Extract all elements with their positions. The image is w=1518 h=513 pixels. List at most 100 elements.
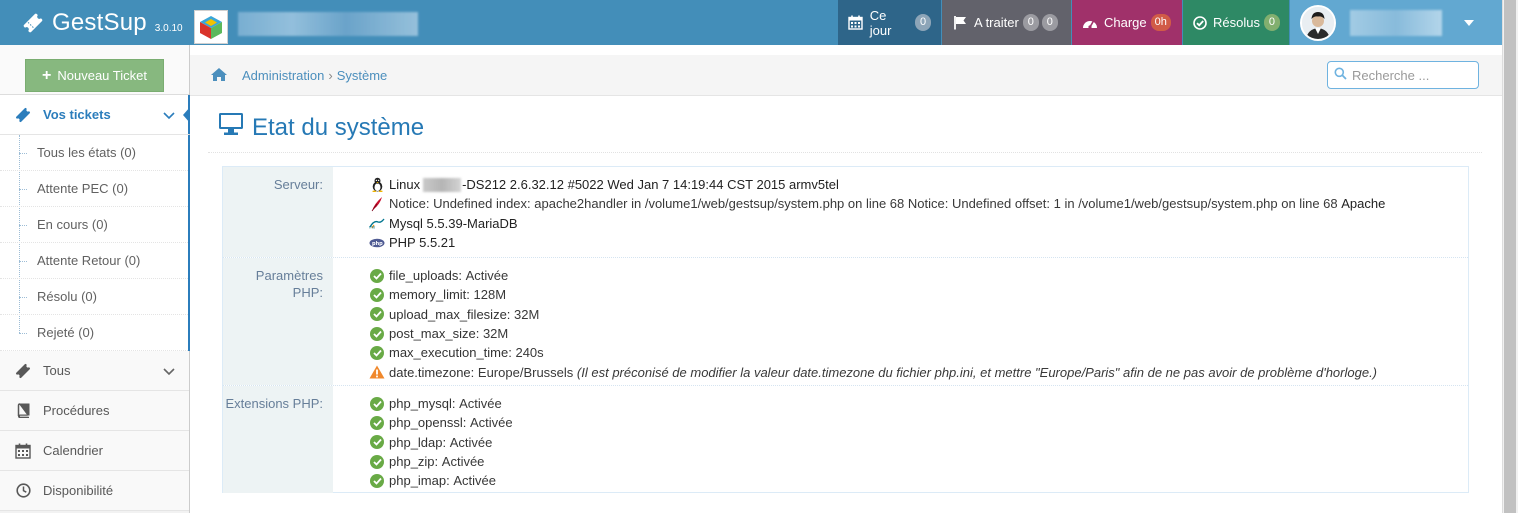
dashboard-icon <box>1082 15 1098 31</box>
ticket-icon <box>14 106 32 124</box>
php-param-item: memory_limit: 128M <box>369 285 1377 304</box>
vos-tickets-submenu: Tous les états (0) Attente PEC (0) En co… <box>0 135 190 351</box>
sidebar-subitem-attente-pec[interactable]: Attente PEC (0) <box>0 171 188 207</box>
sidebar-item-procedures[interactable]: Procédures <box>0 391 189 431</box>
sidebar-item-disponibilite[interactable]: Disponibilité <box>0 471 189 511</box>
php-extension-item: php_mysql: Activée <box>369 394 513 413</box>
param-value: Activée <box>465 268 509 284</box>
search-box[interactable] <box>1327 61 1479 89</box>
brand[interactable]: GestSup 3.0.10 <box>22 7 183 39</box>
home-icon[interactable] <box>210 67 228 85</box>
php-param-timezone: date.timezone: Europe/Brussels (Il est p… <box>369 362 1377 381</box>
nav-resolus[interactable]: Résolus 0 <box>1183 0 1289 45</box>
chevron-down-icon <box>163 364 175 379</box>
sidebar-item-label: Calendrier <box>43 443 103 458</box>
nav-charge[interactable]: Charge 0h <box>1072 0 1182 45</box>
os-line: Linux -DS212 2.6.32.12 #5022 Wed Jan 7 14… <box>369 175 1385 194</box>
top-navbar: GestSup 3.0.10 Ce jour 0 A traiter 0 0 C… <box>0 0 1518 45</box>
server-value: Linux -DS212 2.6.32.12 #5022 Wed Jan 7 14… <box>369 175 1385 252</box>
param-value: 128M <box>473 287 507 303</box>
check-circle-icon <box>369 396 385 412</box>
php-extensions-row: Extensions PHP: php_mysql: Activée php_o… <box>223 385 1468 493</box>
sidebar-item-vos-tickets[interactable]: Vos tickets <box>0 95 190 135</box>
ticket-icon <box>22 12 44 34</box>
sidebar-subitem-resolu[interactable]: Résolu (0) <box>0 279 188 315</box>
extension-key: php_imap: <box>389 473 450 489</box>
resolus-badge: 0 <box>1263 14 1280 31</box>
extension-value: Activée <box>459 396 502 412</box>
extension-value: Activée <box>453 473 496 489</box>
nav-a-traiter-label: A traiter <box>974 15 1019 30</box>
brand-version: 3.0.10 <box>154 22 183 34</box>
sidebar-subitem-attente-retour[interactable]: Attente Retour (0) <box>0 243 188 279</box>
param-key: post_max_size: <box>389 326 480 342</box>
avatar <box>1300 4 1336 41</box>
php-extension-item: php_imap: Activée <box>369 471 513 490</box>
sidebar: + Nouveau Ticket Vos tickets Tous les ét… <box>0 45 190 513</box>
php-extension-item: php_openssl: Activée <box>369 413 513 432</box>
sidebar-item-label: Tous <box>43 363 71 378</box>
new-ticket-label: Nouveau Ticket <box>57 68 147 83</box>
flag-icon <box>952 15 968 31</box>
scrollbar-thumb[interactable] <box>1504 0 1516 513</box>
plus-icon: + <box>42 66 52 84</box>
company-name-blurred <box>238 12 418 36</box>
param-value: 32M <box>514 306 540 322</box>
check-circle-icon <box>369 268 385 284</box>
user-menu[interactable] <box>1290 0 1502 45</box>
check-circle-icon <box>369 415 385 431</box>
sidebar-item-label: Disponibilité <box>43 483 114 498</box>
caret-down-icon <box>1464 19 1474 26</box>
sidebar-item-tous[interactable]: Tous <box>0 351 189 391</box>
webserver-name: Apache <box>1341 196 1386 212</box>
extension-key: php_zip: <box>389 454 439 470</box>
search-input[interactable] <box>1352 67 1472 83</box>
check-circle-icon <box>369 434 385 450</box>
php-version: PHP 5.5.21 <box>389 235 456 251</box>
sidebar-item-calendrier[interactable]: Calendrier <box>0 431 189 471</box>
os-details: -DS212 2.6.32.12 #5022 Wed Jan 7 14:19:4… <box>462 177 839 193</box>
param-key: max_execution_time: <box>389 345 512 361</box>
check-circle-icon <box>369 473 385 489</box>
chevron-down-icon <box>163 108 175 123</box>
calendar-icon <box>848 15 864 31</box>
php-params-label-1: Paramètres <box>255 268 323 283</box>
php-extensions-list: php_mysql: Activée php_openssl: Activée … <box>369 394 513 490</box>
breadcrumb-trail: Administration › Système <box>242 68 387 83</box>
param-value: 32M <box>482 326 509 342</box>
sidebar-subitem-en-cours[interactable]: En cours (0) <box>0 207 188 243</box>
check-circle-icon <box>369 454 385 470</box>
svg-text:php: php <box>372 241 383 247</box>
nav-ce-jour[interactable]: Ce jour 0 <box>838 0 941 45</box>
new-ticket-button[interactable]: + Nouveau Ticket <box>25 59 164 92</box>
company-logo <box>194 10 228 44</box>
timezone-advice: (Il est préconisé de modifier la valeur … <box>576 364 1378 380</box>
sidebar-subitem-tous-les-etats[interactable]: Tous les états (0) <box>0 135 188 171</box>
extension-value: Activée <box>469 415 513 431</box>
php-extension-item: php_ldap: Activée <box>369 433 513 452</box>
php-params-label: Paramètres PHP: <box>223 258 333 385</box>
param-key: date.timezone: <box>389 364 475 380</box>
php-extensions-label: Extensions PHP: <box>223 386 333 493</box>
linux-icon <box>369 177 385 193</box>
sidebar-item-label: Procédures <box>43 403 110 418</box>
extension-value: Activée <box>449 434 493 450</box>
nav-resolus-label: Résolus <box>1213 15 1260 30</box>
sidebar-subitem-rejete[interactable]: Rejeté (0) <box>0 315 188 351</box>
search-icon <box>1334 67 1347 83</box>
nav-charge-label: Charge <box>1104 15 1147 30</box>
nav-a-traiter[interactable]: A traiter 0 0 <box>942 0 1071 45</box>
scrollbar[interactable] <box>1502 0 1518 513</box>
php-params-list: file_uploads: Activée memory_limit: 128M… <box>369 266 1377 382</box>
book-icon <box>14 402 32 420</box>
breadcrumb-link-administration[interactable]: Administration <box>242 68 324 83</box>
apache-feather-icon <box>369 196 385 212</box>
charge-badge: 0h <box>1150 14 1171 31</box>
param-key: file_uploads: <box>389 268 462 284</box>
brand-name: GestSup <box>52 9 147 36</box>
check-circle-icon <box>1193 15 1207 31</box>
php-extension-item: php_zip: Activée <box>369 452 513 471</box>
calendar-icon <box>14 442 32 460</box>
php-line: php PHP 5.5.21 <box>369 233 1385 252</box>
a-traiter-badge-1: 0 <box>1022 14 1039 31</box>
